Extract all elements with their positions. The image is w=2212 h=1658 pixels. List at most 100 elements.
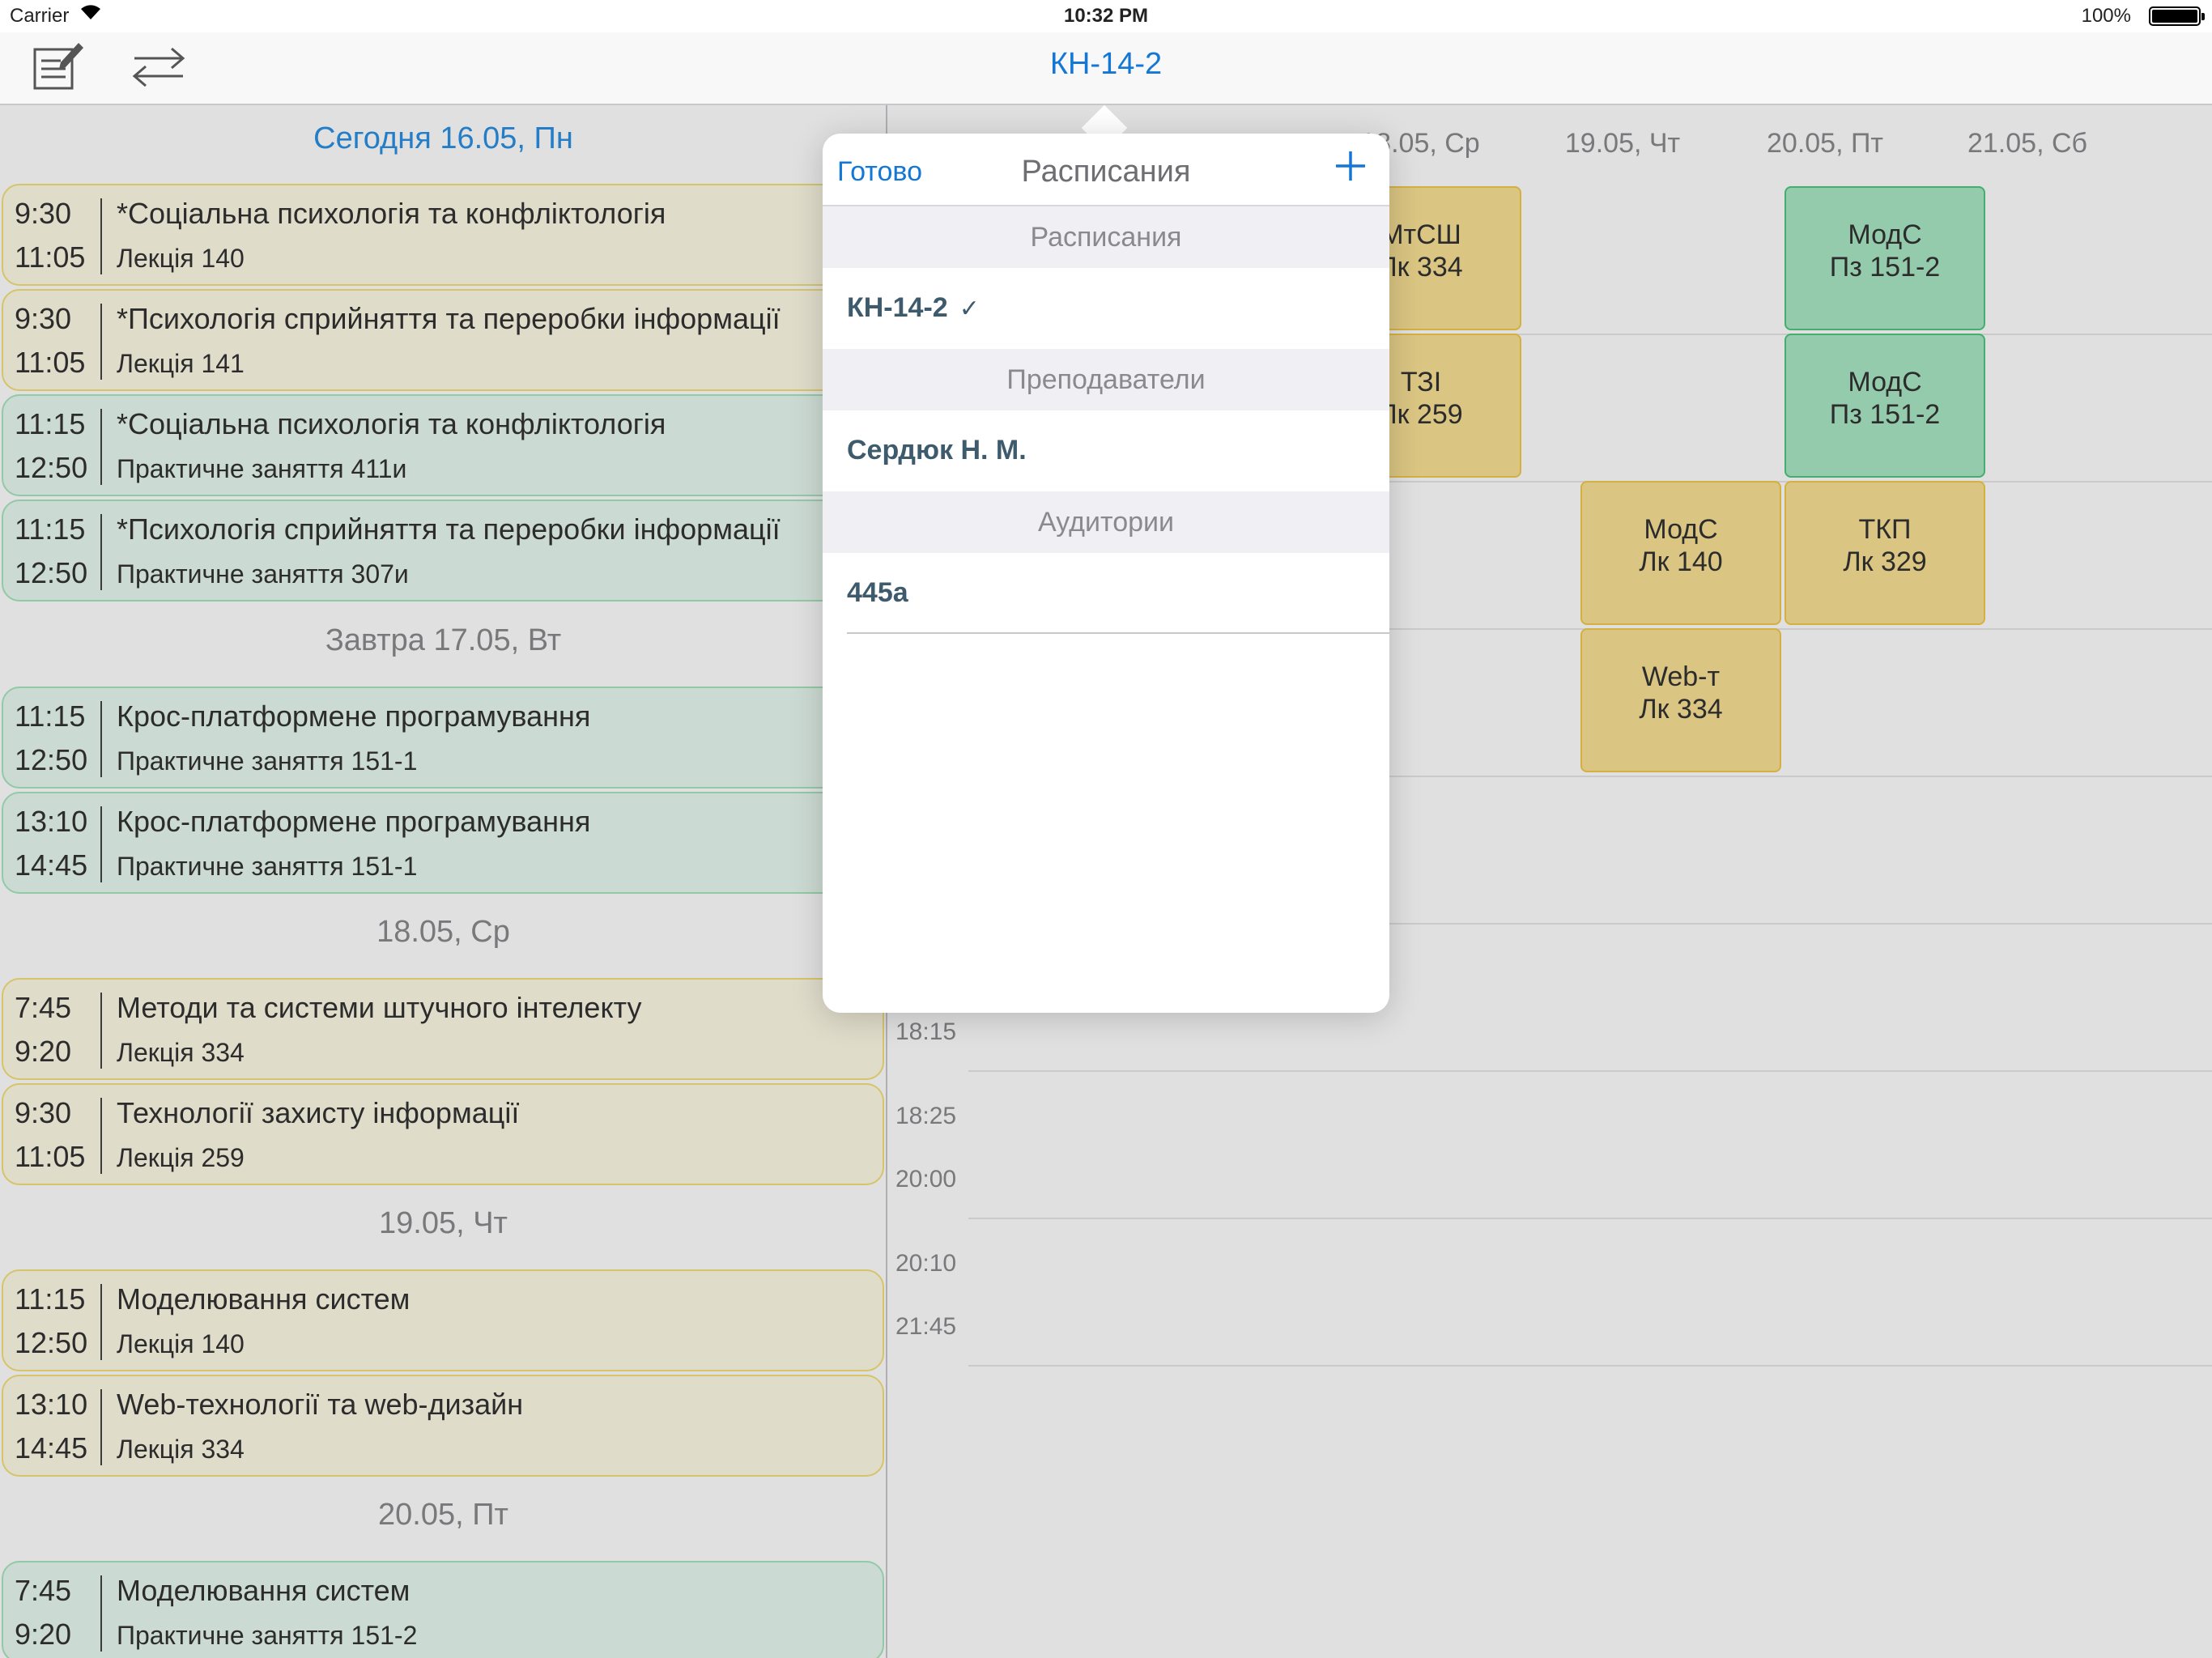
room-item[interactable]: 445а xyxy=(823,553,1389,634)
lesson-subject: *Психологія сприйняття та переробки інфо… xyxy=(117,302,781,335)
lesson-type: Лекція 140 xyxy=(117,244,245,273)
lesson-type: Практичне заняття 151-2 xyxy=(117,1621,418,1650)
section-header-teachers: Преподаватели xyxy=(823,349,1389,410)
lesson-start: 11:15 xyxy=(15,512,86,546)
list-item[interactable]: 7:45 9:20 Методи та системи штучного інт… xyxy=(2,978,884,1080)
schedules-popover: Готово Расписания Расписания КН-14-2 ✓ Пр… xyxy=(823,134,1389,1013)
lesson-end: 12:50 xyxy=(15,1326,88,1359)
grid-line xyxy=(968,1365,2212,1367)
lesson-start: 13:10 xyxy=(15,805,88,838)
lesson-subject: Моделювання систем xyxy=(117,1574,410,1607)
lesson-end: 11:05 xyxy=(15,240,86,274)
lesson-end: 14:45 xyxy=(15,1431,88,1465)
lesson-type: Лекція 334 xyxy=(117,1435,245,1464)
lesson-start: 7:45 xyxy=(15,1574,72,1607)
add-button[interactable] xyxy=(1328,145,1373,190)
column-header: 19.05, Чт xyxy=(1564,128,1681,159)
schedule-item-label: КН-14-2 ✓ xyxy=(847,292,980,324)
schedule-item-name: КН-14-2 xyxy=(847,292,948,323)
lesson-start: 11:15 xyxy=(15,1282,86,1316)
divider xyxy=(100,1098,102,1174)
lesson-subject: *Соціальна психологія та конфліктологія xyxy=(117,197,666,230)
divider xyxy=(100,198,102,274)
cell-subject: Web-т xyxy=(1641,661,1721,692)
cell-room: Лк 140 xyxy=(1639,546,1723,577)
list-item[interactable]: 9:30 11:05 Технології захисту інформації… xyxy=(2,1083,884,1185)
schedule-item[interactable]: КН-14-2 ✓ xyxy=(823,268,1389,349)
status-bar: Carrier 10:32 PM 100% xyxy=(0,0,2212,32)
time-label: 18:25 xyxy=(895,1103,957,1129)
room-item-label: 445а xyxy=(847,577,908,608)
lesson-start: 13:10 xyxy=(15,1388,88,1421)
day-header: 19.05, Чт xyxy=(379,1206,508,1240)
grid-cell[interactable]: МодС Пз 151-2 xyxy=(1784,186,1985,330)
lesson-type: Практичне заняття 307и xyxy=(117,559,409,589)
list-item[interactable]: 11:15 12:50 Моделювання систем Лекція 14… xyxy=(2,1269,884,1371)
cell-subject: МодС xyxy=(1644,514,1718,545)
divider xyxy=(100,1284,102,1360)
lesson-subject: Web-технології та web-дизайн xyxy=(117,1388,524,1421)
lesson-end: 9:20 xyxy=(15,1035,72,1068)
lesson-subject: Моделювання систем xyxy=(117,1282,410,1316)
lesson-type: Практичне заняття 151-1 xyxy=(117,746,418,776)
lesson-end: 9:20 xyxy=(15,1618,72,1651)
grid-cell[interactable]: Web-т Лк 334 xyxy=(1580,628,1781,772)
time-label: 20:10 xyxy=(895,1250,957,1277)
nav-title[interactable]: КН-14-2 xyxy=(0,47,2212,82)
list-item[interactable]: 9:30 11:05 *Психологія сприйняття та пер… xyxy=(2,289,884,391)
cell-room: Лк 329 xyxy=(1843,546,1927,577)
grid-cell[interactable]: МодС Пз 151-2 xyxy=(1784,334,1985,478)
checkmark-icon: ✓ xyxy=(959,295,980,322)
column-header: 21.05, Сб xyxy=(1967,128,2087,159)
plus-icon xyxy=(1334,150,1367,186)
grid-cell[interactable]: МодС Лк 140 xyxy=(1580,481,1781,625)
divider xyxy=(100,304,102,380)
lesson-end: 12:50 xyxy=(15,451,88,484)
section-header-schedules: Расписания xyxy=(823,206,1389,268)
time-label: 18:15 xyxy=(895,1018,957,1045)
lesson-type: Лекція 141 xyxy=(117,349,245,378)
lesson-start: 7:45 xyxy=(15,991,72,1024)
row-separator xyxy=(847,632,1389,634)
cell-room: Лк 334 xyxy=(1639,694,1723,725)
popover-header: Готово Расписания xyxy=(823,134,1389,206)
schedule-list[interactable]: Сегодня 16.05, Пн 9:30 11:05 *Соціальна … xyxy=(0,105,887,1658)
list-item[interactable]: 13:10 14:45 Крос-платформене програмуван… xyxy=(2,792,884,894)
column-header: 20.05, Пт xyxy=(1767,128,1883,159)
day-header: 18.05, Ср xyxy=(376,915,510,949)
battery-percent: 100% xyxy=(2081,5,2131,27)
cell-room: Пз 151-2 xyxy=(1829,399,1941,430)
list-item[interactable]: 11:15 12:50 *Соціальна психологія та кон… xyxy=(2,394,884,496)
divider xyxy=(100,993,102,1069)
teacher-item-label: Сердюк Н. М. xyxy=(847,435,1027,466)
day-header: Завтра 17.05, Вт xyxy=(325,623,562,657)
day-header: 20.05, Пт xyxy=(378,1498,508,1532)
lesson-start: 9:30 xyxy=(15,302,72,335)
lesson-subject: Технології захисту інформації xyxy=(117,1096,520,1129)
divider xyxy=(100,701,102,777)
list-item[interactable]: 11:15 12:50 *Психологія сприйняття та пе… xyxy=(2,500,884,602)
grid-line xyxy=(968,1218,2212,1219)
lesson-type: Практичне заняття 151-1 xyxy=(117,852,418,881)
grid-cell[interactable]: ТКП Лк 329 xyxy=(1784,481,1985,625)
lesson-subject: *Соціальна психологія та конфліктологія xyxy=(117,407,666,440)
cell-subject: МодС xyxy=(1848,367,1922,397)
lesson-start: 9:30 xyxy=(15,197,72,230)
lesson-end: 14:45 xyxy=(15,848,88,882)
lesson-type: Лекція 334 xyxy=(117,1038,245,1067)
teacher-item[interactable]: Сердюк Н. М. xyxy=(823,410,1389,491)
divider xyxy=(100,806,102,882)
day-header-today: Сегодня 16.05, Пн xyxy=(313,121,573,155)
lesson-end: 12:50 xyxy=(15,743,88,776)
list-item[interactable]: 13:10 14:45 Web-технології та web-дизайн… xyxy=(2,1375,884,1477)
list-item[interactable]: 11:15 12:50 Крос-платформене програмуван… xyxy=(2,687,884,789)
lesson-subject: Методи та системи штучного інтелекту xyxy=(117,991,642,1024)
list-item[interactable]: 9:30 11:05 *Соціальна психологія та конф… xyxy=(2,184,884,286)
divider xyxy=(100,409,102,485)
lesson-subject: *Психологія сприйняття та переробки інфо… xyxy=(117,512,781,546)
nav-bar: КН-14-2 xyxy=(0,32,2212,105)
time-label: 20:00 xyxy=(895,1166,957,1192)
divider xyxy=(100,1389,102,1465)
lesson-type: Лекція 259 xyxy=(117,1143,245,1172)
list-item[interactable]: 7:45 9:20 Моделювання систем Практичне з… xyxy=(2,1561,884,1658)
